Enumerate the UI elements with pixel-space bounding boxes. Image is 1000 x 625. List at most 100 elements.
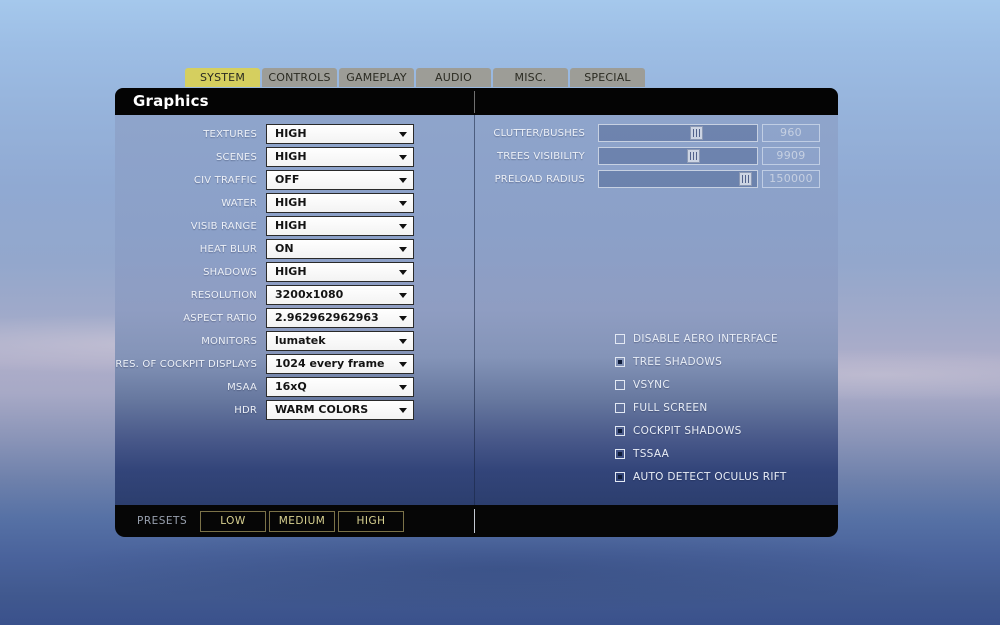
- checkbox-label: TREE SHADOWS: [633, 355, 723, 368]
- setting-dropdown[interactable]: lumatek: [266, 331, 414, 351]
- checkbox-row[interactable]: AUTO DETECT OCULUS RIFT: [615, 465, 787, 488]
- chevron-down-icon: [399, 247, 407, 252]
- preset-button-group: LOW MEDIUM HIGH: [200, 510, 407, 532]
- dialog-header: Graphics: [115, 88, 838, 115]
- setting-row: MONITORS lumatek: [115, 331, 414, 351]
- chevron-down-icon: [399, 178, 407, 183]
- checkbox-label: AUTO DETECT OCULUS RIFT: [633, 470, 787, 483]
- setting-row: HEAT BLUR ON: [115, 239, 414, 259]
- checkbox-icon[interactable]: [615, 448, 625, 459]
- slider-value-field[interactable]: 9909: [762, 147, 820, 165]
- setting-label: SHADOWS: [203, 266, 257, 278]
- checkbox-row[interactable]: TREE SHADOWS: [615, 350, 787, 373]
- slider-track[interactable]: [598, 170, 758, 188]
- chevron-down-icon: [399, 132, 407, 137]
- options-tab[interactable]: MISC.: [493, 68, 568, 87]
- header-divider: [474, 91, 475, 113]
- tab-label: AUDIO: [435, 71, 472, 84]
- setting-label: TEXTURES: [203, 128, 257, 140]
- setting-dropdown[interactable]: HIGH: [266, 216, 414, 236]
- slider-label: CLUTTER/BUSHES: [493, 127, 585, 139]
- slider-label: TREES VISIBILITY: [496, 150, 585, 162]
- options-tab[interactable]: AUDIO: [416, 68, 491, 87]
- column-divider: [474, 115, 475, 505]
- slider-track[interactable]: [598, 124, 758, 142]
- dropdown-selected-value: ON: [275, 242, 294, 255]
- setting-row: HDR WARM COLORS: [115, 400, 414, 420]
- setting-dropdown[interactable]: HIGH: [266, 193, 414, 213]
- chevron-down-icon: [399, 362, 407, 367]
- setting-dropdown[interactable]: 16xQ: [266, 377, 414, 397]
- chevron-down-icon: [399, 385, 407, 390]
- setting-dropdown[interactable]: 1024 every frame: [266, 354, 414, 374]
- checkbox-row[interactable]: COCKPIT SHADOWS: [615, 419, 787, 442]
- tab-label: SPECIAL: [584, 71, 631, 84]
- setting-row: ASPECT RATIO 2.962962962963: [115, 308, 414, 328]
- setting-row: RESOLUTION 3200x1080: [115, 285, 414, 305]
- dropdown-selected-value: HIGH: [275, 127, 307, 140]
- setting-label: MONITORS: [201, 335, 257, 347]
- footer-divider: [474, 509, 475, 533]
- preset-button[interactable]: LOW: [200, 510, 266, 532]
- checkbox-row[interactable]: TSSAA: [615, 442, 787, 465]
- setting-label: MSAA: [227, 381, 257, 393]
- dropdown-selected-value: lumatek: [275, 334, 326, 347]
- checkbox-label: VSYNC: [633, 378, 670, 391]
- setting-row: MSAA 16xQ: [115, 377, 414, 397]
- setting-dropdown[interactable]: 2.962962962963: [266, 308, 414, 328]
- slider-value-field[interactable]: 150000: [762, 170, 820, 188]
- options-tab-bar: SYSTEM CONTROLS GAMEPLAY AUDIO MISC. SPE…: [185, 68, 645, 87]
- checkbox-icon[interactable]: [615, 333, 625, 344]
- setting-row: CIV TRAFFIC OFF: [115, 170, 414, 190]
- dropdown-selected-value: HIGH: [275, 196, 307, 209]
- chevron-down-icon: [399, 316, 407, 321]
- chevron-down-icon: [399, 408, 407, 413]
- dropdown-selected-value: 1024 every frame: [275, 357, 385, 370]
- options-tab[interactable]: SPECIAL: [570, 68, 645, 87]
- dropdown-selected-value: HIGH: [275, 265, 307, 278]
- dropdown-selected-value: OFF: [275, 173, 300, 186]
- slider-handle[interactable]: [689, 126, 703, 140]
- tab-label: CONTROLS: [268, 71, 331, 84]
- preset-button[interactable]: HIGH: [338, 510, 404, 532]
- slider-handle[interactable]: [738, 172, 752, 186]
- slider-track[interactable]: [598, 147, 758, 165]
- graphics-dialog: Graphics TEXTURES HIGH SCENES HIGH CIV T…: [115, 88, 838, 537]
- checkbox-label: FULL SCREEN: [633, 401, 708, 414]
- setting-label: ASPECT RATIO: [183, 312, 257, 324]
- setting-dropdown[interactable]: OFF: [266, 170, 414, 190]
- checkbox-row[interactable]: FULL SCREEN: [615, 396, 787, 419]
- setting-label: SCENES: [216, 151, 257, 163]
- setting-dropdown[interactable]: 3200x1080: [266, 285, 414, 305]
- options-tab[interactable]: SYSTEM: [185, 68, 260, 87]
- setting-label: RESOLUTION: [190, 289, 257, 301]
- slider-value-field[interactable]: 960: [762, 124, 820, 142]
- chevron-down-icon: [399, 201, 407, 206]
- options-tab[interactable]: CONTROLS: [262, 68, 337, 87]
- checkbox-row[interactable]: DISABLE AERO INTERFACE: [615, 327, 787, 350]
- checkbox-icon[interactable]: [615, 471, 625, 482]
- dropdown-selected-value: WARM COLORS: [275, 403, 369, 416]
- slider-row: TREES VISIBILITY 9909: [480, 147, 820, 165]
- setting-dropdown[interactable]: HIGH: [266, 124, 414, 144]
- checkbox-icon[interactable]: [615, 425, 625, 436]
- setting-dropdown[interactable]: ON: [266, 239, 414, 259]
- checkbox-icon[interactable]: [615, 402, 625, 413]
- checkbox-icon[interactable]: [615, 356, 625, 367]
- preset-button[interactable]: MEDIUM: [269, 510, 335, 532]
- presets-label: PRESETS: [137, 515, 188, 527]
- setting-label: VISIB RANGE: [190, 220, 257, 232]
- setting-label: HEAT BLUR: [199, 243, 257, 255]
- slider-handle[interactable]: [686, 149, 700, 163]
- dropdown-selected-value: HIGH: [275, 219, 307, 232]
- setting-dropdown[interactable]: HIGH: [266, 147, 414, 167]
- tab-label: GAMEPLAY: [346, 71, 407, 84]
- options-tab[interactable]: GAMEPLAY: [339, 68, 414, 87]
- setting-dropdown[interactable]: HIGH: [266, 262, 414, 282]
- setting-label: RES. OF COCKPIT DISPLAYS: [115, 358, 257, 370]
- tab-label: MISC.: [514, 71, 547, 84]
- setting-label: HDR: [234, 404, 257, 416]
- checkbox-icon[interactable]: [615, 379, 625, 390]
- setting-dropdown[interactable]: WARM COLORS: [266, 400, 414, 420]
- checkbox-row[interactable]: VSYNC: [615, 373, 787, 396]
